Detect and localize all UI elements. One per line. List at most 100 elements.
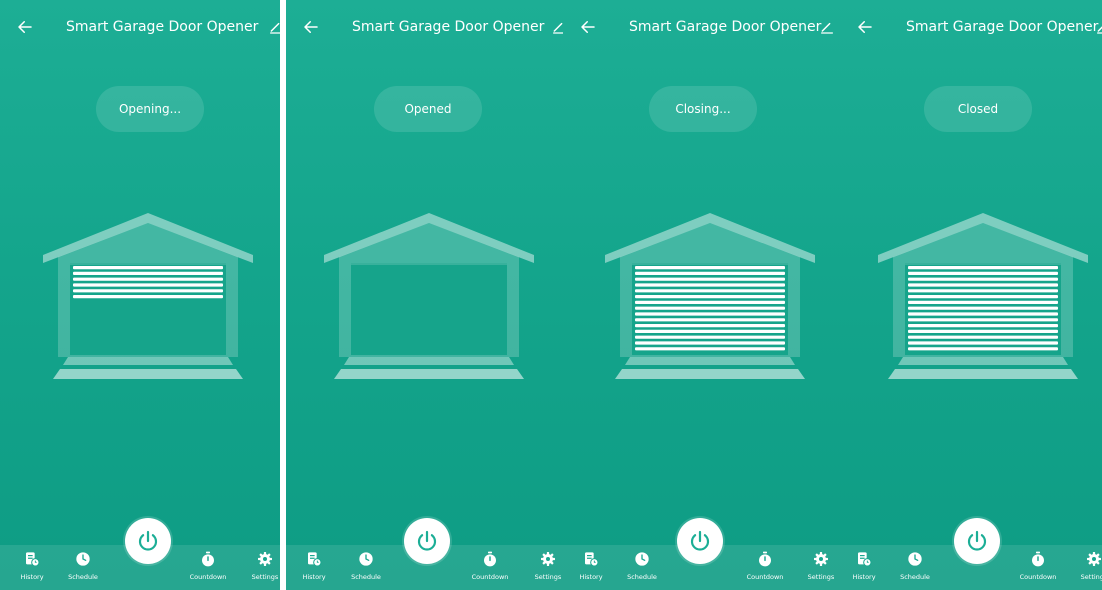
door-slat — [908, 289, 1058, 293]
pencil-icon — [1097, 26, 1102, 34]
nav-countdown[interactable]: Countdown — [468, 549, 512, 589]
power-button[interactable] — [677, 518, 723, 564]
door-slat — [635, 318, 785, 322]
door-slat — [908, 347, 1058, 351]
door-slat — [908, 329, 1058, 333]
door-slat — [635, 324, 785, 328]
back-button[interactable] — [575, 14, 601, 40]
door-slat — [635, 312, 785, 316]
nav-label: Countdown — [471, 573, 509, 581]
screens-collage: Smart Garage Door Opener Opening... Histor… — [0, 0, 1102, 590]
nav-history[interactable]: History — [292, 549, 336, 589]
door-slat — [635, 329, 785, 333]
door-slat — [908, 324, 1058, 328]
door-slat — [908, 306, 1058, 310]
power-button[interactable] — [125, 518, 171, 564]
app-title: Smart Garage Door Opener — [66, 19, 259, 35]
nav-label: History — [20, 573, 44, 581]
door-slat — [908, 341, 1058, 345]
door-slat — [908, 318, 1058, 322]
door-slat — [73, 266, 223, 270]
nav-schedule[interactable]: Schedule — [620, 549, 664, 589]
nav-label: Schedule — [900, 573, 930, 581]
door-slat — [635, 283, 785, 287]
nav-schedule[interactable]: Schedule — [893, 549, 937, 589]
back-button[interactable] — [852, 14, 878, 40]
door-slat — [908, 266, 1058, 270]
door-slat — [635, 266, 785, 270]
clock-icon — [908, 552, 922, 566]
door-slat — [908, 312, 1058, 316]
nav-label: Schedule — [68, 573, 98, 581]
door-status-badge: Opened — [374, 86, 482, 132]
door-slat — [635, 306, 785, 310]
door-slat — [908, 271, 1058, 275]
door-slat — [908, 300, 1058, 304]
history-icon — [26, 552, 40, 567]
gear-icon — [541, 552, 555, 566]
power-icon — [690, 530, 710, 551]
door-slat — [73, 277, 223, 281]
edit-button[interactable] — [1092, 16, 1102, 38]
nav-label: Schedule — [351, 573, 381, 581]
door-slat — [635, 277, 785, 281]
clock-icon — [359, 552, 373, 566]
nav-countdown[interactable]: Countdown — [186, 549, 230, 589]
door-slat — [73, 295, 223, 299]
app-header: Smart Garage Door Opener — [563, 0, 843, 60]
nav-history[interactable]: History — [842, 549, 886, 589]
door-slat — [635, 300, 785, 304]
nav-history[interactable]: History — [10, 549, 54, 589]
edit-button[interactable] — [816, 16, 838, 38]
nav-settings[interactable]: Settings — [526, 549, 566, 589]
door-slat — [908, 283, 1058, 287]
nav-label: Settings — [1080, 573, 1102, 581]
nav-label: History — [579, 573, 603, 581]
nav-settings[interactable]: Settings — [243, 549, 280, 589]
nav-label: Settings — [534, 573, 562, 581]
back-button[interactable] — [12, 14, 38, 40]
arrow-left-icon — [304, 21, 318, 33]
power-button[interactable] — [404, 518, 450, 564]
garage-screen-2: Smart Garage Door Opener Opened History Sch… — [286, 0, 566, 590]
door-slat — [635, 335, 785, 339]
nav-label: Settings — [807, 573, 835, 581]
nav-schedule[interactable]: Schedule — [61, 549, 105, 589]
door-slat — [635, 295, 785, 299]
nav-label: Countdown — [746, 573, 784, 581]
history-icon — [585, 552, 599, 567]
arrow-left-icon — [858, 21, 872, 33]
door-slat — [73, 289, 223, 293]
app-title: Smart Garage Door Opener — [906, 19, 1099, 35]
stopwatch-icon — [759, 551, 771, 567]
nav-countdown[interactable]: Countdown — [743, 549, 787, 589]
nav-schedule[interactable]: Schedule — [344, 549, 388, 589]
app-title: Smart Garage Door Opener — [629, 19, 822, 35]
garage-screen-1: Smart Garage Door Opener Opening... Histor… — [0, 0, 280, 590]
nav-settings[interactable]: Settings — [799, 549, 843, 589]
back-button[interactable] — [298, 14, 324, 40]
garage-screen-4: Smart Garage Door Opener Closed History Sch… — [840, 0, 1102, 590]
nav-label: Schedule — [627, 573, 657, 581]
power-button[interactable] — [954, 518, 1000, 564]
arrow-left-icon — [581, 21, 595, 33]
gear-icon — [1087, 552, 1101, 566]
history-icon — [308, 552, 322, 567]
door-slat — [908, 295, 1058, 299]
garage-screen-3: Smart Garage Door Opener Closing... Histor… — [563, 0, 843, 590]
stopwatch-icon — [484, 551, 496, 567]
nav-countdown[interactable]: Countdown — [1016, 549, 1060, 589]
arrow-left-icon — [18, 21, 32, 33]
edit-button[interactable] — [265, 16, 280, 38]
door-slat — [908, 335, 1058, 339]
history-icon — [858, 552, 872, 567]
nav-settings[interactable]: Settings — [1072, 549, 1102, 589]
nav-history[interactable]: History — [569, 549, 613, 589]
app-title: Smart Garage Door Opener — [352, 19, 545, 35]
door-slat — [73, 283, 223, 287]
garage-illustration — [324, 213, 534, 379]
clock-icon — [635, 552, 649, 566]
door-slat — [635, 347, 785, 351]
door-slat — [73, 271, 223, 275]
app-header: Smart Garage Door Opener — [286, 0, 566, 60]
